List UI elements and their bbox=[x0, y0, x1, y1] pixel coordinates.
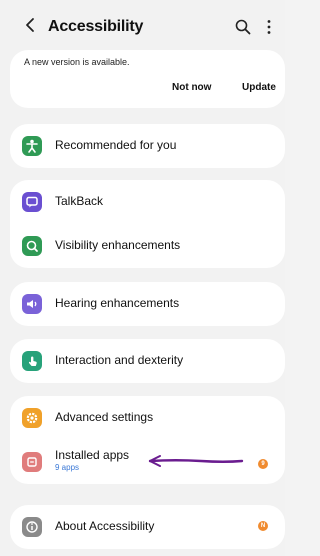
app-bar: Accessibility bbox=[0, 0, 285, 50]
list-item-talkback[interactable]: TalkBack bbox=[10, 180, 285, 224]
item-label: Interaction and dexterity bbox=[55, 353, 184, 367]
item-label: Visibility enhancements bbox=[55, 238, 181, 252]
touch-hand-icon bbox=[22, 351, 42, 371]
list-item-about[interactable]: About Accessibility bbox=[10, 505, 285, 549]
list-item-interaction[interactable]: Interaction and dexterity bbox=[10, 339, 285, 383]
item-label: About Accessibility bbox=[55, 519, 155, 533]
vision-card: TalkBack Visibility enhancements bbox=[10, 180, 285, 268]
update-message: A new version is available. bbox=[24, 57, 130, 67]
list-item-advanced[interactable]: Advanced settings bbox=[10, 396, 285, 440]
interaction-card: Interaction and dexterity bbox=[10, 339, 285, 383]
accessibility-person-icon bbox=[22, 136, 42, 156]
list-item-recommended[interactable]: Recommended for you bbox=[10, 124, 285, 168]
list-item-visibility[interactable]: Visibility enhancements bbox=[10, 224, 285, 268]
search-icon[interactable] bbox=[234, 18, 252, 36]
item-label: Installed apps bbox=[55, 448, 130, 462]
update-button[interactable]: Update bbox=[242, 82, 276, 93]
about-card: About Accessibility bbox=[10, 505, 285, 549]
item-label: Hearing enhancements bbox=[55, 296, 180, 310]
item-label: TalkBack bbox=[55, 194, 104, 208]
item-label: Recommended for you bbox=[55, 138, 177, 152]
update-card: A new version is available. Not now Upda… bbox=[10, 50, 285, 108]
annotation-arrow bbox=[148, 455, 244, 467]
item-label: Advanced settings bbox=[55, 410, 154, 424]
magnifier-icon bbox=[22, 236, 42, 256]
accessibility-screen: Accessibility A new version is available… bbox=[0, 0, 285, 556]
chat-bubble-icon bbox=[22, 192, 42, 212]
not-now-button[interactable]: Not now bbox=[172, 82, 211, 93]
recommended-card: Recommended for you bbox=[10, 124, 285, 168]
list-item-hearing[interactable]: Hearing enhancements bbox=[10, 282, 285, 326]
speaker-icon bbox=[22, 294, 42, 314]
back-icon[interactable] bbox=[22, 16, 40, 34]
page-title: Accessibility bbox=[48, 18, 144, 35]
apps-icon bbox=[22, 452, 42, 472]
installed-apps-badge: 9 bbox=[258, 459, 268, 469]
item-sublabel: 9 apps bbox=[55, 463, 80, 472]
more-options-icon[interactable] bbox=[264, 18, 274, 36]
info-icon bbox=[22, 517, 42, 537]
about-new-badge: N bbox=[258, 521, 268, 531]
gear-icon bbox=[22, 408, 42, 428]
hearing-card: Hearing enhancements bbox=[10, 282, 285, 326]
advanced-card: Advanced settings Installed apps 9 apps bbox=[10, 396, 285, 484]
